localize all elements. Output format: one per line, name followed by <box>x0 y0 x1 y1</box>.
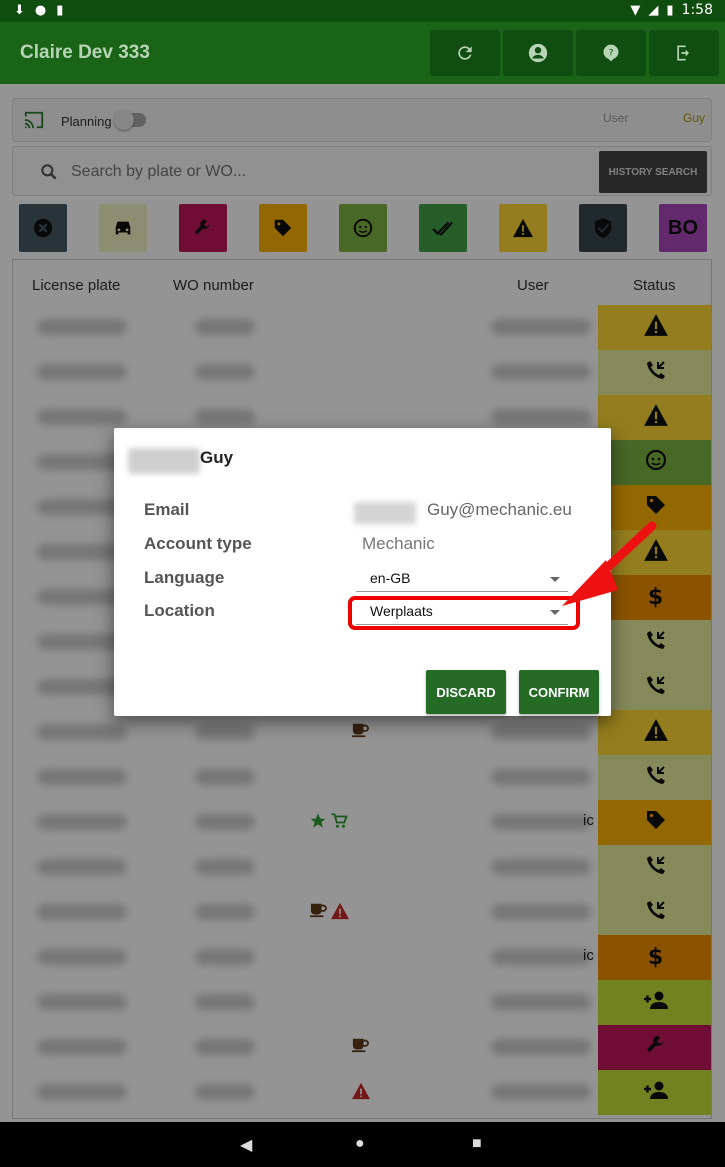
status-bar: ⬇ ● ▮ ▼ ◢ ▮ 1:58 <box>0 0 725 22</box>
language-select[interactable]: en-GB <box>356 566 568 592</box>
logout-icon <box>677 45 689 61</box>
recents-icon[interactable]: ■ <box>472 1135 482 1153</box>
download-icon: ⬇ <box>14 3 25 18</box>
account-icon <box>528 43 548 63</box>
navigation-bar: ◀ ● ■ <box>0 1122 725 1167</box>
user-settings-dialog: Guy Email Guy@mechanic.eu Account type M… <box>114 428 611 716</box>
account-type-value: Mechanic <box>362 534 435 553</box>
wifi-icon: ▼ <box>630 2 641 18</box>
svg-text:?: ? <box>609 48 614 59</box>
email-value: Guy@mechanic.eu <box>427 500 572 519</box>
logout-button[interactable] <box>649 30 719 76</box>
account-button[interactable] <box>503 30 573 76</box>
account-type-label: Account type <box>144 534 252 553</box>
back-icon[interactable]: ◀ <box>240 1135 252 1155</box>
location-label: Location <box>144 601 215 620</box>
refresh-button[interactable] <box>430 30 500 76</box>
email-label: Email <box>144 500 190 519</box>
location-highlight <box>348 596 580 630</box>
clock: 1:58 <box>681 2 713 18</box>
circle-icon: ● <box>34 3 47 18</box>
help-button[interactable]: ? <box>576 30 646 76</box>
help-icon: ? <box>603 44 619 62</box>
refresh-icon <box>458 46 472 60</box>
dialog-title: Guy <box>200 448 234 467</box>
sd-card-icon: ▮ <box>56 3 64 18</box>
battery-icon: ▮ <box>666 2 674 18</box>
email-redaction <box>354 502 416 524</box>
discard-button[interactable]: DISCARD <box>426 670 506 714</box>
language-label: Language <box>144 568 225 587</box>
confirm-button[interactable]: CONFIRM <box>519 670 599 714</box>
name-redaction <box>128 448 200 474</box>
app-bar: Claire Dev 333 ? <box>0 22 725 84</box>
language-value: en-GB <box>370 570 411 586</box>
app-title: Claire Dev 333 <box>20 42 150 63</box>
signal-icon: ◢ <box>648 2 659 18</box>
home-icon[interactable]: ● <box>355 1135 365 1153</box>
arrow-annotation-icon <box>562 521 657 606</box>
